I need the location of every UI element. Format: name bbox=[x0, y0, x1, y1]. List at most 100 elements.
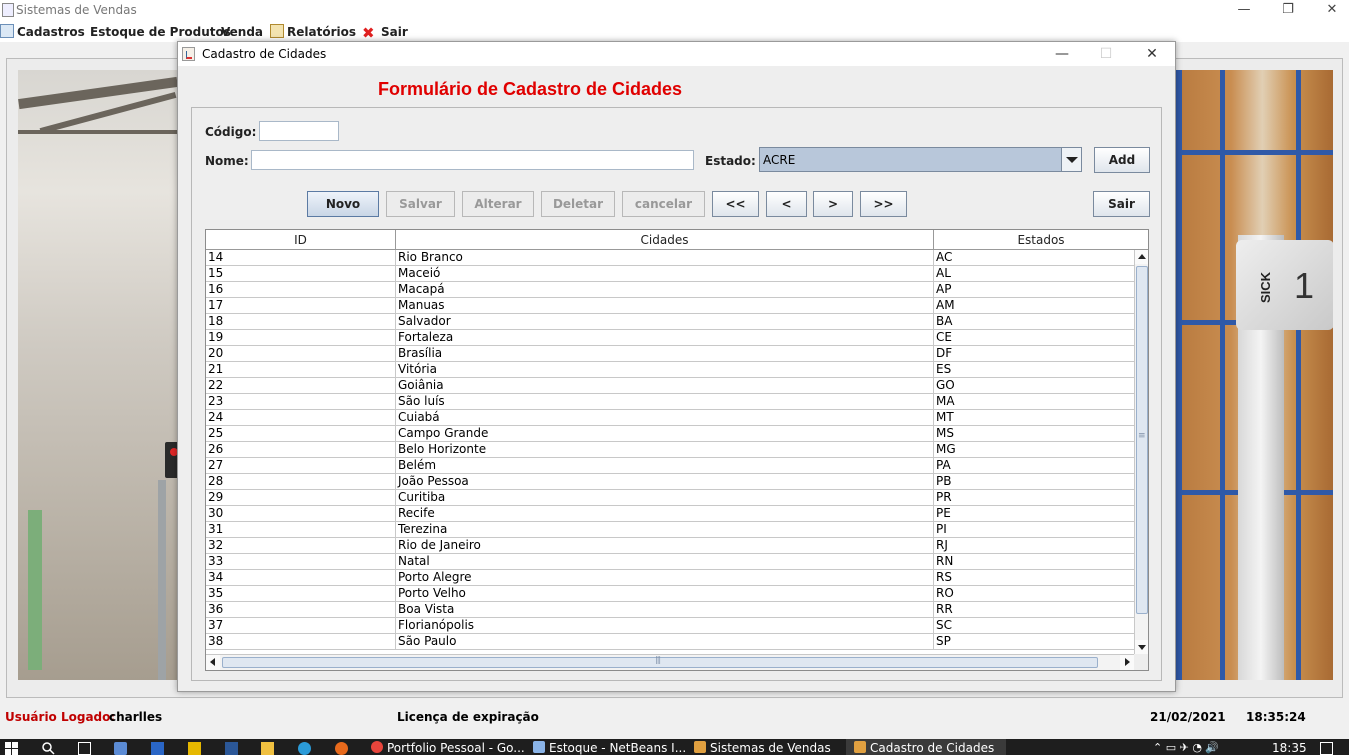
table-row[interactable]: 37 Florianópolis SC bbox=[206, 618, 1134, 634]
table-row[interactable]: 17 Manuas AM bbox=[206, 298, 1134, 314]
table-row[interactable]: 36 Boa Vista RR bbox=[206, 602, 1134, 618]
cell-id: 36 bbox=[206, 602, 396, 618]
close-button[interactable]: ✕ bbox=[1309, 0, 1349, 22]
table-row[interactable]: 23 São luís MA bbox=[206, 394, 1134, 410]
cell-estado: PB bbox=[936, 474, 952, 488]
cell-id: 19 bbox=[206, 330, 396, 346]
menu-relatorios[interactable]: Relatórios bbox=[270, 24, 356, 40]
table-row[interactable]: 15 Maceió AL bbox=[206, 266, 1134, 282]
table-row[interactable]: 29 Curitiba PR bbox=[206, 490, 1134, 506]
cell-estado: RO bbox=[936, 586, 954, 600]
nome-label: Nome: bbox=[205, 154, 249, 168]
cell-id: 22 bbox=[206, 378, 396, 394]
user-logged-value: charlles bbox=[109, 710, 163, 724]
menu-cadastros[interactable]: Cadastros bbox=[0, 24, 85, 40]
scroll-left-icon[interactable] bbox=[206, 655, 220, 670]
table-row[interactable]: 34 Porto Alegre RS bbox=[206, 570, 1134, 586]
cell-cidade: Maceió bbox=[396, 266, 934, 282]
taskbar-sistemas[interactable]: Sistemas de Vendas bbox=[694, 739, 831, 755]
cell-id: 25 bbox=[206, 426, 396, 442]
next-record-button[interactable]: > bbox=[813, 191, 853, 217]
first-record-button[interactable]: << bbox=[712, 191, 759, 217]
vertical-scrollbar[interactable] bbox=[1134, 250, 1148, 654]
horizontal-scrollbar[interactable] bbox=[206, 654, 1134, 670]
cell-estado: AL bbox=[936, 266, 951, 280]
cell-id: 37 bbox=[206, 618, 396, 634]
table-row[interactable]: 25 Campo Grande MS bbox=[206, 426, 1134, 442]
table-row[interactable]: 14 Rio Branco AC bbox=[206, 250, 1134, 266]
edge-icon[interactable] bbox=[298, 742, 311, 755]
sair-button[interactable]: Sair bbox=[1093, 191, 1150, 217]
nome-field[interactable] bbox=[251, 150, 694, 170]
scroll-right-icon[interactable] bbox=[1120, 655, 1134, 670]
taskbar-chrome[interactable]: Portfolio Pessoal - Go... bbox=[371, 739, 525, 755]
system-tray[interactable]: ⌃ ▭ ✈ ◔ 🔊 bbox=[1153, 739, 1219, 755]
column-header-estados[interactable]: Estados bbox=[934, 230, 1148, 249]
previous-record-button[interactable]: < bbox=[766, 191, 807, 217]
powerbi-icon[interactable] bbox=[188, 742, 201, 755]
firefox-icon[interactable] bbox=[335, 742, 348, 755]
taskbar-clock[interactable]: 18:35 bbox=[1272, 739, 1307, 755]
cell-id: 17 bbox=[206, 298, 396, 314]
dialog-close-button[interactable]: ✕ bbox=[1129, 42, 1175, 66]
table-row[interactable]: 26 Belo Horizonte MG bbox=[206, 442, 1134, 458]
table-row[interactable]: 24 Cuiabá MT bbox=[206, 410, 1134, 426]
codigo-field[interactable] bbox=[259, 121, 339, 141]
table-row[interactable]: 38 São Paulo SP bbox=[206, 634, 1134, 650]
notification-icon[interactable] bbox=[1320, 742, 1333, 755]
table-row[interactable]: 22 Goiânia GO bbox=[206, 378, 1134, 394]
cell-cidade: Belo Horizonte bbox=[396, 442, 934, 458]
novo-button[interactable]: Novo bbox=[307, 191, 379, 217]
last-record-button[interactable]: >> bbox=[860, 191, 907, 217]
taskbar-cadastro-cidades[interactable]: Cadastro de Cidades bbox=[846, 739, 1007, 755]
taskbar-netbeans[interactable]: Estoque - NetBeans I... bbox=[533, 739, 686, 755]
menu-estoque[interactable]: Estoque de Produtos bbox=[90, 24, 231, 40]
table-row[interactable]: 27 Belém PA bbox=[206, 458, 1134, 474]
cell-cidade: Rio de Janeiro bbox=[396, 538, 934, 554]
table-row[interactable]: 30 Recife PE bbox=[206, 506, 1134, 522]
column-header-cidades[interactable]: Cidades bbox=[396, 230, 934, 249]
menu-sair[interactable]: ✖ Sair bbox=[362, 24, 408, 41]
table-row[interactable]: 18 Salvador BA bbox=[206, 314, 1134, 330]
table-row[interactable]: 28 João Pessoa PB bbox=[206, 474, 1134, 490]
table-row[interactable]: 31 Terezina PI bbox=[206, 522, 1134, 538]
powershell-icon[interactable] bbox=[225, 742, 238, 755]
menu-venda[interactable]: Venda bbox=[221, 24, 263, 40]
table-row[interactable]: 35 Porto Velho RO bbox=[206, 586, 1134, 602]
table-row[interactable]: 33 Natal RN bbox=[206, 554, 1134, 570]
table-row[interactable]: 19 Fortaleza CE bbox=[206, 330, 1134, 346]
java-icon bbox=[854, 741, 866, 753]
add-button[interactable]: Add bbox=[1094, 147, 1150, 173]
chevron-down-icon[interactable] bbox=[1061, 148, 1081, 171]
cell-estado: SC bbox=[936, 618, 952, 632]
salvar-button: Salvar bbox=[386, 191, 455, 217]
windows-start-icon[interactable] bbox=[5, 742, 18, 755]
cell-cidade: Brasília bbox=[396, 346, 934, 362]
cell-cidade: São luís bbox=[396, 394, 934, 410]
restore-button[interactable]: ❐ bbox=[1265, 0, 1311, 22]
table-row[interactable]: 32 Rio de Janeiro RJ bbox=[206, 538, 1134, 554]
warehouse-photo-right: SICK 1 bbox=[1176, 70, 1333, 680]
table-row[interactable]: 21 Vitória ES bbox=[206, 362, 1134, 378]
cell-estado: PA bbox=[936, 458, 951, 472]
minimize-button[interactable]: — bbox=[1221, 0, 1267, 22]
table-row[interactable]: 20 Brasília DF bbox=[206, 346, 1134, 362]
column-header-id[interactable]: ID bbox=[206, 230, 396, 249]
cell-id: 35 bbox=[206, 586, 396, 602]
estado-select[interactable]: ACRE bbox=[759, 147, 1082, 172]
scroll-thumb[interactable] bbox=[222, 655, 1098, 668]
cell-estado: RS bbox=[936, 570, 952, 584]
table-row[interactable]: 16 Macapá AP bbox=[206, 282, 1134, 298]
scroll-down-icon[interactable] bbox=[1135, 640, 1148, 654]
cell-id: 28 bbox=[206, 474, 396, 490]
trello-icon[interactable] bbox=[151, 742, 164, 755]
task-view-icon[interactable] bbox=[78, 742, 91, 755]
folder-icon[interactable] bbox=[261, 742, 274, 755]
search-icon[interactable] bbox=[42, 742, 55, 755]
netbeans-icon bbox=[533, 741, 545, 753]
scroll-up-icon[interactable] bbox=[1135, 250, 1148, 264]
scroll-thumb[interactable] bbox=[1136, 266, 1148, 614]
dialog-minimize-button[interactable]: — bbox=[1039, 42, 1085, 66]
camera-icon[interactable] bbox=[114, 742, 127, 755]
cell-id: 31 bbox=[206, 522, 396, 538]
